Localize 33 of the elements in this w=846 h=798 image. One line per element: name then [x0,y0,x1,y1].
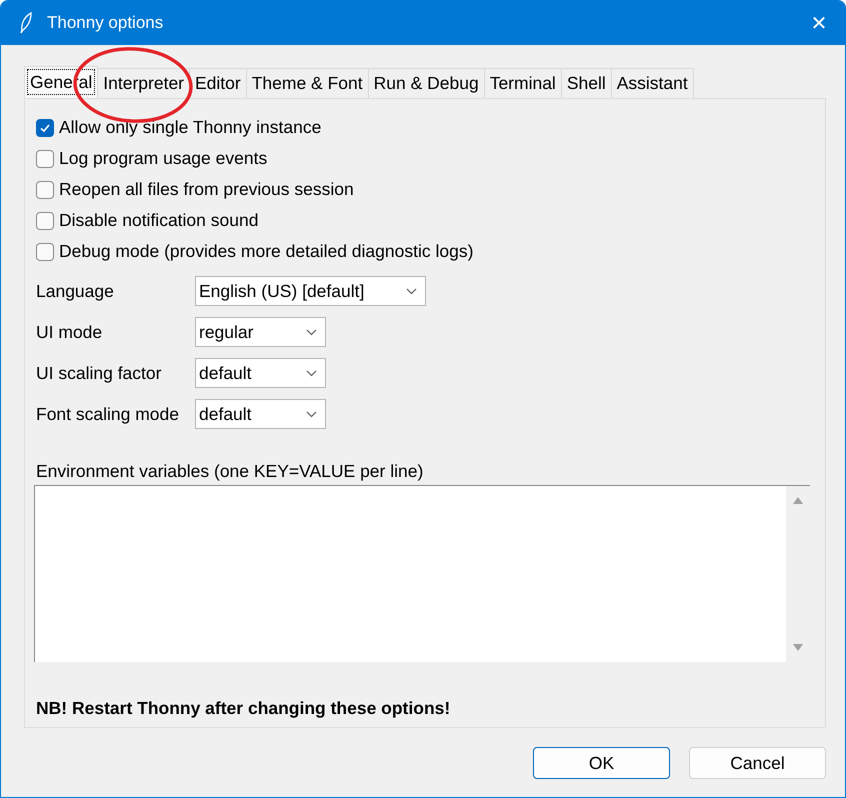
field-label: UI mode [36,322,104,342]
dialog-button[interactable]: Cancel [689,747,826,779]
close-button[interactable]: ✕ [801,5,837,41]
checkbox-label: Debug mode (provides more detailed diagnostic logs) [59,241,474,262]
checkbox[interactable] [36,150,54,168]
checkbox-label: Allow only single Thonny instance [59,117,322,138]
checkbox[interactable] [36,212,54,230]
field-label: Environment variables (one KEY=VALUE per line) [36,461,424,482]
checkbox-label: Log program usage events [59,148,268,169]
checkbox[interactable] [36,180,54,198]
chevron-icon [306,370,317,376]
checkbox-label: Disable notification sound [59,210,258,231]
field-label: UI scaling factor [36,362,162,384]
scroll-down-icon[interactable] [793,644,803,652]
field-label: Font scaling mode [36,404,180,424]
dropdown[interactable]: regular [195,317,326,347]
feather-icon [19,12,33,34]
checkbox[interactable] [36,118,54,136]
scroll-up-icon[interactable] [793,496,803,504]
dropdown[interactable]: English (US) [default] [195,276,426,306]
chevron-icon [306,410,317,418]
checkbox[interactable] [36,242,54,260]
dialog-button[interactable]: OK [533,747,670,779]
dropdown[interactable]: default [195,358,326,388]
chevron-icon [306,328,317,336]
restart-note: NB! Restart Thonny after changing these options! [36,698,452,719]
dropdown[interactable]: default [195,399,326,429]
checkbox-label: Reopen all files from previous session [59,179,354,200]
window-title: Thonny options [47,13,164,33]
tab[interactable]: Assistant [610,68,694,98]
field-label: Language [36,280,115,302]
check-icon [39,122,51,134]
chevron-icon [406,288,417,294]
